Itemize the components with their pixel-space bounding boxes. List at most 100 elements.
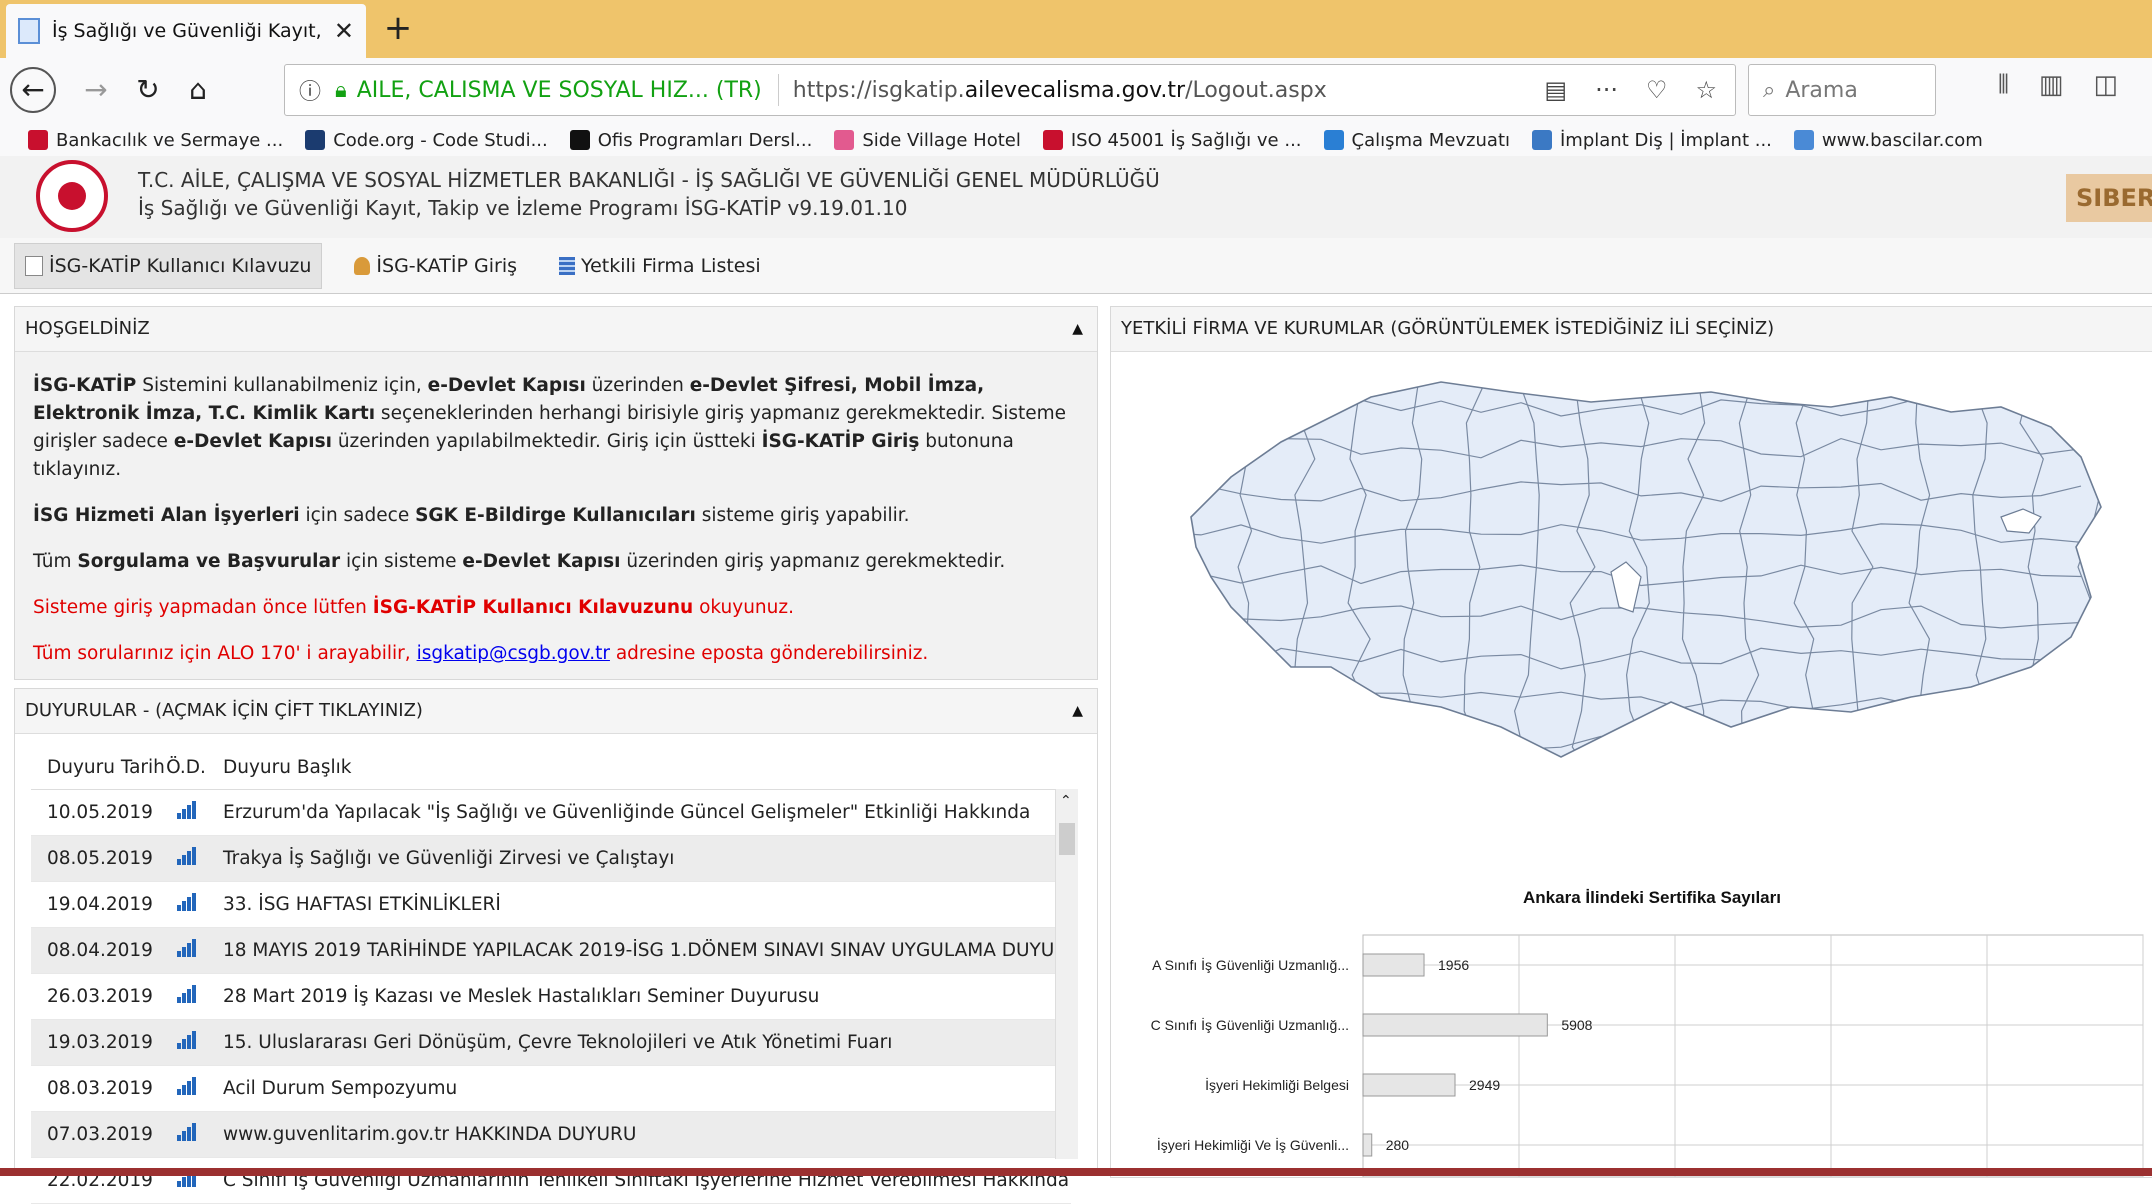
- collapse-icon[interactable]: ▲: [1072, 689, 1083, 733]
- bookmark-star-icon[interactable]: ☆: [1695, 76, 1717, 104]
- menu-user-guide-label: İSG-KATİP Kullanıcı Kılavuzu: [49, 254, 312, 277]
- email-link[interactable]: isgkatip@csgb.gov.tr: [417, 643, 610, 664]
- reload-icon[interactable]: ↻: [128, 67, 168, 113]
- announcement-date: 19.03.2019: [31, 1019, 166, 1066]
- turkey-province-map[interactable]: [1171, 367, 2111, 807]
- announcement-title: 15. Uluslararası Geri Dönüşüm, Çevre Tek…: [207, 1019, 1071, 1066]
- bookmark-item[interactable]: İmplant Diş | İmplant ...: [1532, 130, 1772, 151]
- new-tab-button[interactable]: +: [378, 6, 418, 50]
- library-icon[interactable]: ⫴: [1998, 70, 2009, 101]
- table-row[interactable]: 26.03.2019 28 Mart 2019 İş Kazası ve Mesl…: [31, 973, 1071, 1020]
- chart-bar[interactable]: [1362, 953, 1425, 977]
- menu-login[interactable]: İSG-KATİP Giriş: [344, 244, 527, 288]
- announcement-date: 08.04.2019: [31, 927, 166, 974]
- stats-bars-icon[interactable]: [175, 1123, 197, 1141]
- welcome-panel: HOŞGELDİNİZ ▲ İSG-KATİP Sistemini kullan…: [14, 306, 1098, 680]
- menu-firm-list-label: Yetkili Firma Listesi: [581, 254, 761, 277]
- map-panel: YETKİLİ FİRMA VE KURUMLAR (GÖRÜNTÜLEMEK …: [1110, 306, 2152, 1178]
- announcement-stats-cell: [166, 927, 207, 974]
- announcement-stats-cell: [166, 1065, 207, 1112]
- pocket-icon[interactable]: ♡: [1646, 76, 1668, 104]
- certificate-chart-svg: Ankara İlindeki Sertifika Sayıları A Sını…: [1151, 888, 2144, 1177]
- announcements-panel-header[interactable]: DUYURULAR - (AÇMAK İÇİN ÇİFT TIKLAYINIZ)…: [15, 689, 1097, 734]
- stats-bars-icon[interactable]: [175, 801, 197, 819]
- announcement-title: 18 MAYIS 2019 TARİHİNDE YAPILACAK 2019-İ…: [207, 927, 1071, 974]
- announcement-stats-cell: [166, 1111, 207, 1158]
- announcements-table: Duyuru Tarih Ö.D. Duyuru Başlık 10.05.20…: [31, 745, 1071, 1204]
- table-row[interactable]: 08.03.2019 Acil Durum Sempozyumu: [31, 1065, 1071, 1112]
- home-icon[interactable]: ⌂: [176, 67, 220, 113]
- bookmark-item[interactable]: Code.org - Code Studi...: [305, 130, 548, 151]
- chart-category-label: İşyeri Hekimliği Ve İş Güvenli...: [1157, 1136, 1349, 1153]
- address-bar[interactable]: ⓘ 🔒︎ AILE, CALISMA VE SOSYAL HIZ... (TR)…: [284, 64, 1736, 116]
- announcement-date: 22.02.2019: [31, 1157, 166, 1204]
- search-box[interactable]: ⌕ Arama: [1748, 64, 1936, 116]
- bookmark-favicon-icon: [1323, 130, 1344, 150]
- sidebar-icon[interactable]: ◫: [2094, 70, 2119, 101]
- info-icon[interactable]: ⓘ: [299, 74, 321, 106]
- welcome-paragraph-1: İSG-KATİP Sistemini kullanabilmeniz için…: [33, 375, 1067, 480]
- bookmark-item[interactable]: www.bascilar.com: [1793, 129, 1983, 151]
- column-date[interactable]: Duyuru Tarih: [31, 745, 166, 790]
- welcome-paragraph-2: İSG Hizmeti Alan İşyerleri için sadece S…: [33, 505, 910, 526]
- forward-icon[interactable]: →: [76, 67, 116, 113]
- bookmark-label: www.bascilar.com: [1821, 129, 1983, 151]
- bookmark-item[interactable]: Bankacılık ve Sermaye ...: [28, 130, 283, 151]
- bookmark-item[interactable]: Side Village Hotel: [834, 130, 1021, 151]
- welcome-title: HOŞGELDİNİZ: [25, 318, 150, 339]
- province-shapes[interactable]: [1171, 367, 2111, 807]
- stats-bars-icon[interactable]: [175, 1031, 197, 1049]
- scrollbar[interactable]: ⌃: [1055, 789, 1078, 1159]
- reader-mode-icon[interactable]: ▤: [1544, 76, 1567, 104]
- table-row[interactable]: 08.04.2019 18 MAYIS 2019 TARİHİNDE YAPILA…: [31, 927, 1071, 974]
- page-actions-icon[interactable]: ···: [1595, 76, 1618, 104]
- table-row[interactable]: 10.05.2019 Erzurum'da Yapılacak "İş Sağlı…: [31, 789, 1071, 836]
- back-icon[interactable]: ←: [10, 67, 56, 113]
- bookmark-favicon-icon: [28, 130, 48, 150]
- lock-icon[interactable]: 🔒︎: [335, 78, 347, 103]
- stats-bars-icon[interactable]: [175, 939, 197, 957]
- url-text: https://isgkatip.ailevecalisma.gov.tr/Lo…: [792, 77, 1327, 103]
- announcements-body: 10.05.2019 Erzurum'da Yapılacak "İş Sağlı…: [31, 789, 1071, 1204]
- chart-value-label: 5908: [1561, 1017, 1592, 1033]
- stats-bars-icon[interactable]: [175, 847, 197, 865]
- menu-login-label: İSG-KATİP Giriş: [376, 254, 517, 277]
- table-row[interactable]: 22.02.2019 C Sınıfı İş Güvenliği Uzmanlar…: [31, 1157, 1071, 1204]
- announcements-panel: DUYURULAR - (AÇMAK İÇİN ÇİFT TIKLAYINIZ)…: [14, 688, 1098, 1204]
- bookmark-item[interactable]: Çalışma Mevzuatı: [1323, 130, 1510, 151]
- announcement-title: 33. İSG HAFTASI ETKİNLİKLERİ: [207, 881, 1071, 928]
- chart-bar[interactable]: [1362, 1013, 1548, 1037]
- welcome-contact: Tüm sorularınız için ALO 170' i arayabil…: [33, 643, 929, 664]
- welcome-panel-header[interactable]: HOŞGELDİNİZ ▲: [15, 307, 1097, 352]
- welcome-warning: Sisteme giriş yapmadan önce lütfen İSG-K…: [33, 597, 794, 618]
- stats-bars-icon[interactable]: [175, 985, 197, 1003]
- chart-value-label: 2949: [1469, 1077, 1500, 1093]
- chart-bar[interactable]: [1362, 1133, 1373, 1157]
- bookmark-item[interactable]: Ofis Programları Dersl...: [569, 130, 812, 151]
- table-row[interactable]: 19.03.2019 15. Uluslararası Geri Dönüşüm,…: [31, 1019, 1071, 1066]
- announcement-stats-cell: [166, 789, 207, 836]
- table-row[interactable]: 08.05.2019 Trakya İş Sağlığı ve Güvenliği…: [31, 835, 1071, 882]
- stats-bars-icon[interactable]: [175, 1077, 197, 1095]
- collapse-icon[interactable]: ▲: [1072, 307, 1083, 351]
- announcement-title: C Sınıfı İş Güvenliği Uzmanlarının Tehli…: [207, 1157, 1071, 1204]
- announcements-title: DUYURULAR - (AÇMAK İÇİN ÇİFT TIKLAYINIZ): [25, 700, 423, 721]
- table-row[interactable]: 19.04.2019 33. İSG HAFTASI ETKİNLİKLERİ: [31, 881, 1071, 928]
- table-row[interactable]: 07.03.2019 www.guvenlitarim.gov.tr HAKKIN…: [31, 1111, 1071, 1158]
- bookmark-item[interactable]: ISO 45001 İş Sağlığı ve ...: [1042, 130, 1302, 151]
- close-tab-icon[interactable]: ✕: [334, 17, 354, 45]
- menu-user-guide[interactable]: İSG-KATİP Kullanıcı Kılavuzu: [14, 242, 323, 289]
- announcement-date: 08.05.2019: [31, 835, 166, 882]
- map-panel-header: YETKİLİ FİRMA VE KURUMLAR (GÖRÜNTÜLEMEK …: [1111, 307, 2152, 352]
- browser-tab[interactable]: İş Sağlığı ve Güvenliği Kayıt, Tal ✕: [6, 4, 366, 58]
- chart-bar[interactable]: [1362, 1073, 1456, 1097]
- bookmark-label: Side Village Hotel: [862, 129, 1021, 151]
- reading-list-icon[interactable]: ▥: [2039, 70, 2064, 101]
- stats-bars-icon[interactable]: [175, 893, 197, 911]
- column-od[interactable]: Ö.D.: [166, 745, 207, 790]
- scroll-up-icon[interactable]: ⌃: [1060, 793, 1072, 809]
- bookmark-label: Code.org - Code Studi...: [333, 129, 548, 151]
- column-title[interactable]: Duyuru Başlık: [207, 745, 1071, 790]
- scroll-thumb[interactable]: [1059, 823, 1075, 855]
- menu-firm-list[interactable]: Yetkili Firma Listesi: [549, 244, 771, 288]
